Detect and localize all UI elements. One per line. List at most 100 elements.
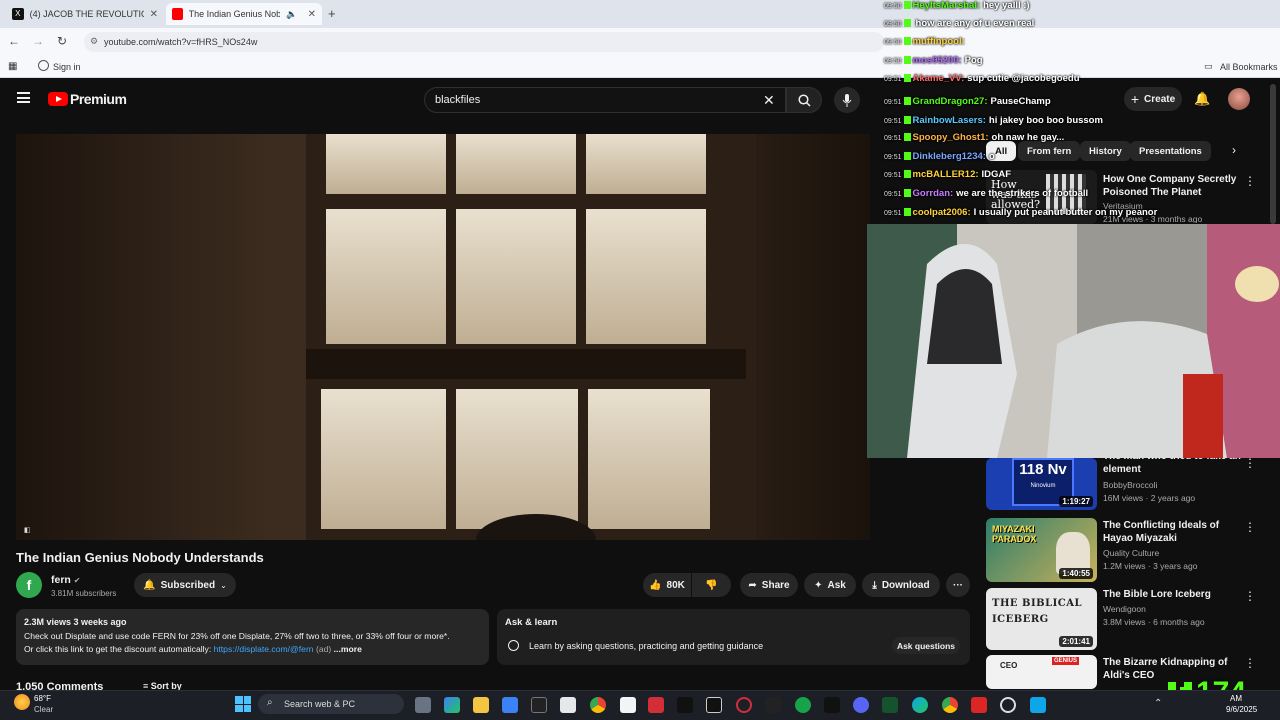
lightbulb-icon bbox=[508, 640, 519, 651]
reload-icon[interactable]: ↻ bbox=[54, 34, 70, 48]
chat-username[interactable]: coolpat2006: bbox=[913, 207, 971, 218]
thumb-caption: THE BIBLICAL ICEBERG bbox=[992, 598, 1083, 625]
forward-icon[interactable]: → bbox=[30, 34, 46, 48]
description-link[interactable]: https://displate.com/@fern bbox=[214, 644, 314, 654]
chat-username[interactable]: GrandDragon27: bbox=[913, 96, 988, 107]
notepad-icon[interactable] bbox=[560, 697, 576, 713]
rec-more-icon[interactable]: ⋮ bbox=[1244, 174, 1256, 188]
task-view-icon[interactable] bbox=[415, 697, 431, 713]
ask-questions-button[interactable]: Ask questions bbox=[892, 637, 960, 654]
opera-icon[interactable] bbox=[736, 697, 752, 713]
show-more-link[interactable]: ...more bbox=[334, 644, 362, 654]
edge-icon[interactable] bbox=[912, 697, 928, 713]
chat-username[interactable]: muffinpool: bbox=[913, 36, 965, 47]
tab-video[interactable]: The Indian Genius Nobody 🔈 ✕ bbox=[166, 3, 322, 25]
description-box[interactable]: 2.3M views 3 weeks ago Check out Displat… bbox=[16, 609, 489, 665]
sort-by[interactable]: ≡ Sort by bbox=[143, 681, 182, 690]
close-tab-icon[interactable]: ✕ bbox=[150, 9, 158, 20]
dislike-button[interactable]: 👎 bbox=[692, 573, 731, 597]
all-bookmarks[interactable]: All Bookmarks bbox=[1220, 62, 1278, 72]
chat-username[interactable]: Dinkleberg1234: bbox=[913, 151, 986, 162]
chat-timestamp: 09:50 bbox=[884, 39, 902, 46]
chat-username[interactable]: RainbowLasers: bbox=[913, 115, 986, 126]
chat-timestamp: 09:51 bbox=[884, 154, 902, 161]
chat-username[interactable]: mos95200: bbox=[913, 55, 962, 66]
rockstar-icon[interactable] bbox=[765, 697, 781, 713]
red-app-icon[interactable] bbox=[971, 697, 987, 713]
chat-username[interactable]: Gorrdan: bbox=[913, 188, 954, 199]
rec-thumbnail[interactable]: 118 Nv Ninovium 1:19:27 bbox=[986, 458, 1097, 510]
chevron-right-icon[interactable]: › bbox=[1232, 143, 1236, 157]
xbox-icon[interactable] bbox=[795, 697, 811, 713]
start-icon[interactable] bbox=[235, 696, 251, 712]
close-tab-icon[interactable]: ✕ bbox=[308, 9, 316, 20]
url-field[interactable]: ⚙ youtube.com/watch?v=fHRS_NOs24w bbox=[84, 32, 884, 52]
subtitles-indicator-icon[interactable]: ◧ bbox=[24, 526, 31, 534]
speaker-icon[interactable]: 🔈 bbox=[286, 9, 297, 20]
menu-icon[interactable] bbox=[17, 92, 30, 103]
taskbar-search[interactable]: ⌕ Search web & PC bbox=[258, 694, 404, 714]
youtube-logo-icon[interactable] bbox=[48, 92, 68, 106]
chat-message: 09:51 mcBALLER12: IDGAF bbox=[884, 169, 1011, 180]
rec-channel[interactable]: Wendigoon bbox=[1103, 604, 1146, 614]
thumbs-up-icon: 👍 bbox=[649, 579, 662, 591]
chrome-icon[interactable] bbox=[590, 697, 606, 713]
rec-channel[interactable]: Quality Culture bbox=[1103, 548, 1159, 558]
chrome-profile-icon[interactable] bbox=[942, 697, 958, 713]
apps-grid-icon[interactable]: ▦ bbox=[8, 61, 17, 72]
ask-button[interactable]: ✦ Ask bbox=[804, 573, 856, 597]
voice-search-button[interactable] bbox=[834, 87, 860, 113]
page-scrollbar[interactable] bbox=[1270, 84, 1276, 224]
notifications-bell-icon[interactable]: 🔔 bbox=[1194, 91, 1210, 107]
new-tab-icon[interactable]: + bbox=[328, 6, 336, 21]
download-button[interactable]: ⤓ Download bbox=[862, 573, 940, 597]
rec-thumbnail[interactable]: MIYAZAKI PARADOX 1:40:55 bbox=[986, 518, 1097, 582]
document-icon[interactable] bbox=[620, 697, 636, 713]
rec-thumbnail[interactable]: THE BIBLICAL ICEBERG 2:01:41 bbox=[986, 588, 1097, 650]
channel-name[interactable]: fern ✔ bbox=[51, 574, 80, 586]
settings-icon[interactable] bbox=[1000, 697, 1016, 713]
chat-message: 09:51 GrandDragon27: PauseChamp bbox=[884, 96, 1051, 107]
back-icon[interactable]: ← bbox=[6, 34, 22, 48]
chat-text: we are the strikers of football bbox=[956, 188, 1089, 199]
chat-username[interactable]: mcBALLER12: bbox=[913, 169, 979, 180]
rec-more-icon[interactable]: ⋮ bbox=[1244, 520, 1256, 534]
search-button[interactable] bbox=[786, 87, 822, 113]
rec-thumbnail[interactable]: CEO GENIUS bbox=[986, 655, 1097, 689]
calculator-icon[interactable] bbox=[1030, 697, 1046, 713]
rec-title[interactable]: The Bible Lore Iceberg bbox=[1103, 588, 1243, 601]
bookmark-sign-in[interactable]: Sign in bbox=[53, 62, 81, 72]
more-actions-button[interactable]: ··· bbox=[946, 573, 970, 597]
rec-channel[interactable]: BobbyBroccoli bbox=[1103, 480, 1157, 490]
like-button[interactable]: 👍 80K bbox=[643, 573, 691, 597]
app-icon[interactable] bbox=[531, 697, 547, 713]
channel-avatar[interactable]: f bbox=[16, 572, 42, 598]
tiktok-icon[interactable] bbox=[677, 697, 693, 713]
rec-title[interactable]: The Conflicting Ideals of Hayao Miyazaki bbox=[1103, 519, 1243, 545]
rec-more-icon[interactable]: ⋮ bbox=[1244, 589, 1256, 603]
chat-username[interactable]: HeyItsMarshal: bbox=[913, 0, 981, 11]
clear-search-icon[interactable]: ✕ bbox=[763, 92, 775, 109]
rec-more-icon[interactable]: ⋮ bbox=[1244, 656, 1256, 670]
pen-app-icon[interactable] bbox=[824, 697, 840, 713]
avatar[interactable] bbox=[1228, 88, 1250, 110]
tray-chevron-icon[interactable]: ⌃ bbox=[1154, 698, 1162, 709]
copilot-icon[interactable] bbox=[444, 697, 460, 713]
site-info-icon[interactable]: ⚙ bbox=[90, 36, 98, 47]
weather-icon[interactable] bbox=[14, 694, 30, 710]
subscribed-button[interactable]: 🔔 Subscribed ⌄ bbox=[134, 573, 236, 597]
tab-jacob[interactable]: X (4) JACOB THE REVOLUTIONARY ✕ bbox=[6, 3, 164, 25]
youtube-favicon-icon bbox=[172, 8, 183, 20]
capcut-icon[interactable] bbox=[706, 697, 722, 713]
play-app-icon[interactable] bbox=[882, 697, 898, 713]
store-icon[interactable] bbox=[502, 697, 518, 713]
discord-icon[interactable] bbox=[853, 697, 869, 713]
file-explorer-icon[interactable] bbox=[473, 697, 489, 713]
chat-username[interactable]: Akame_VV: bbox=[913, 73, 965, 84]
search-input[interactable]: blackfiles ✕ bbox=[424, 87, 786, 113]
video-player[interactable]: ◧ bbox=[16, 134, 870, 540]
shield-app-icon[interactable] bbox=[648, 697, 664, 713]
rec-more-icon[interactable]: ⋮ bbox=[1244, 456, 1256, 470]
share-button[interactable]: ➦ Share bbox=[740, 573, 798, 597]
chat-username[interactable]: Spoopy_Ghost1: bbox=[913, 132, 989, 143]
